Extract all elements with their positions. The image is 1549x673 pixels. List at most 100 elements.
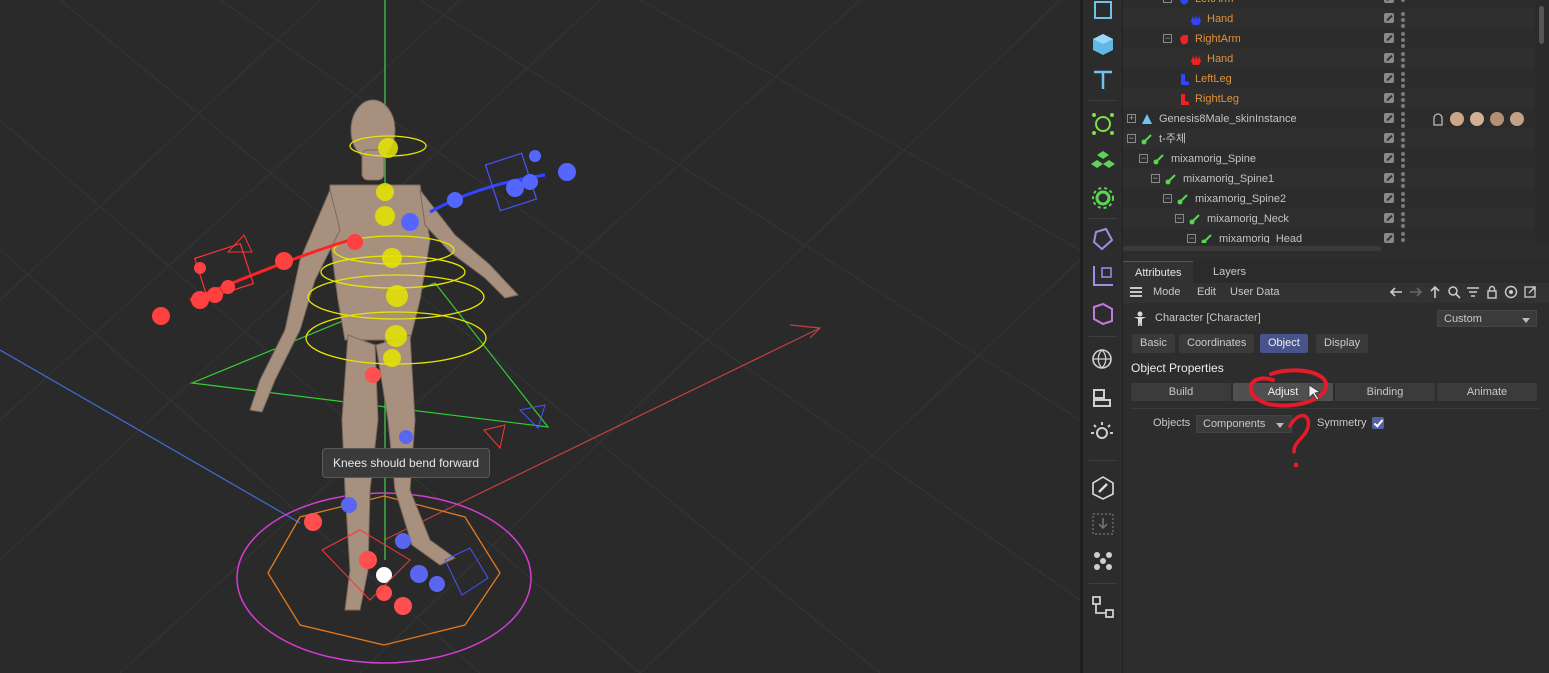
render-dots[interactable] xyxy=(1401,112,1406,130)
tab-binding[interactable]: Binding xyxy=(1335,383,1435,401)
tree-label: mixamorig_Spine1 xyxy=(1183,173,1275,185)
render-dots[interactable] xyxy=(1401,72,1406,90)
render-dots[interactable] xyxy=(1401,132,1406,150)
tree-row[interactable]: − mixamorig_Spine1 xyxy=(1123,169,1535,189)
visibility-toggle[interactable] xyxy=(1384,93,1394,103)
visibility-toggle[interactable] xyxy=(1384,13,1394,23)
tab-animate[interactable]: Animate xyxy=(1437,383,1537,401)
tab-basic[interactable]: Basic xyxy=(1132,334,1175,353)
preset-dropdown[interactable]: Custom xyxy=(1437,310,1537,327)
tab-attributes[interactable]: Attributes xyxy=(1123,261,1194,284)
render-dots[interactable] xyxy=(1401,152,1406,170)
tree-row[interactable]: LeftLeg xyxy=(1123,69,1535,89)
tree-row[interactable]: + Genesis8Male_skinInstance xyxy=(1123,109,1535,129)
menu-edit[interactable]: Edit xyxy=(1197,286,1216,298)
render-dots[interactable] xyxy=(1401,192,1406,210)
chevron-down-icon xyxy=(1276,423,1284,428)
light-icon[interactable] xyxy=(1087,381,1119,413)
object-manager-tree[interactable]: − LeftArm Hand − RightArm Hand LeftLeg xyxy=(1123,0,1535,243)
camera-icon[interactable] xyxy=(1087,260,1119,292)
menu-user-data[interactable]: User Data xyxy=(1230,286,1280,298)
tree-label: RightArm xyxy=(1195,33,1241,45)
render-dots[interactable] xyxy=(1401,52,1406,70)
tree-row[interactable]: Hand xyxy=(1123,9,1535,29)
render-dots[interactable] xyxy=(1401,232,1406,243)
menu-mode[interactable]: Mode xyxy=(1153,286,1181,298)
visibility-toggle[interactable] xyxy=(1384,0,1394,3)
material-tags[interactable] xyxy=(1431,111,1527,127)
tree-scrollbar[interactable] xyxy=(1535,0,1549,243)
scene-icon[interactable] xyxy=(1087,298,1119,330)
render-dots[interactable] xyxy=(1401,172,1406,190)
render-dots[interactable] xyxy=(1401,32,1406,50)
globe-icon[interactable] xyxy=(1087,344,1119,376)
tab-adjust[interactable]: Adjust xyxy=(1233,383,1333,401)
visibility-toggle[interactable] xyxy=(1384,213,1394,223)
visibility-toggle[interactable] xyxy=(1384,113,1394,123)
viewport-scene[interactable] xyxy=(0,0,1080,673)
tree-row[interactable]: RightLeg xyxy=(1123,89,1535,109)
tree-row[interactable]: − mixamorig_Head xyxy=(1123,229,1535,243)
symmetry-checkbox[interactable] xyxy=(1372,417,1384,429)
tree-label: RightLeg xyxy=(1195,93,1240,105)
tab-layers[interactable]: Layers xyxy=(1201,261,1258,283)
tree-row[interactable]: − mixamorig_Neck xyxy=(1123,209,1535,229)
tab-display[interactable]: Display xyxy=(1316,334,1369,353)
visibility-toggle[interactable] xyxy=(1384,73,1394,83)
x-axis-line xyxy=(383,327,821,541)
tree-row[interactable]: Hand xyxy=(1123,49,1535,69)
cube-outline-icon[interactable] xyxy=(1087,0,1119,26)
render-dots[interactable] xyxy=(1401,92,1406,110)
hamburger-menu-icon[interactable] xyxy=(1129,285,1143,299)
search-icon[interactable] xyxy=(1447,285,1461,299)
target-icon[interactable] xyxy=(1504,285,1518,299)
render-dots[interactable] xyxy=(1401,212,1406,230)
deformer-icon[interactable] xyxy=(1087,223,1119,255)
visibility-toggle[interactable] xyxy=(1384,233,1394,243)
points-icon[interactable] xyxy=(1087,545,1119,577)
cloner-icon[interactable] xyxy=(1087,145,1119,177)
tree-row[interactable]: − t-주체 xyxy=(1123,129,1535,149)
symmetry-label: Symmetry xyxy=(1317,417,1367,429)
tree-horizontal-scrollbar[interactable] xyxy=(1123,246,1381,251)
tree-row[interactable]: − mixamorig_Spine xyxy=(1123,149,1535,169)
scrollbar-thumb[interactable] xyxy=(1539,6,1544,44)
sun-icon[interactable] xyxy=(1087,418,1119,450)
visibility-toggle[interactable] xyxy=(1384,153,1394,163)
spline-icon[interactable] xyxy=(1087,108,1119,140)
tree-row[interactable]: − RightArm xyxy=(1123,29,1535,49)
new-window-icon[interactable] xyxy=(1523,285,1537,299)
chevron-down-icon xyxy=(1522,318,1530,323)
forward-arrow-icon[interactable] xyxy=(1409,285,1423,299)
tab-build[interactable]: Build xyxy=(1131,383,1231,401)
panel-tabs: Attributes Layers xyxy=(1123,261,1549,284)
visibility-toggle[interactable] xyxy=(1384,193,1394,203)
generator-icon[interactable] xyxy=(1087,182,1119,214)
tab-coordinates[interactable]: Coordinates xyxy=(1179,334,1255,353)
skin-icon xyxy=(1142,114,1152,124)
right-panel: − LeftArm Hand − RightArm Hand LeftLeg xyxy=(1123,0,1549,673)
tree-label: LeftLeg xyxy=(1195,73,1232,85)
objects-dropdown[interactable]: Components xyxy=(1196,415,1292,433)
text-icon[interactable] xyxy=(1087,64,1119,96)
visibility-toggle[interactable] xyxy=(1384,173,1394,183)
up-arrow-icon[interactable] xyxy=(1428,285,1442,299)
tab-object[interactable]: Object xyxy=(1260,334,1308,353)
x-axis-arrow xyxy=(789,324,822,339)
render-dots[interactable] xyxy=(1401,12,1406,30)
snap-icon[interactable] xyxy=(1087,508,1119,540)
3d-viewport[interactable]: Knees should bend forward xyxy=(0,0,1080,673)
visibility-toggle[interactable] xyxy=(1384,53,1394,63)
render-dots[interactable] xyxy=(1401,0,1406,4)
visibility-toggle[interactable] xyxy=(1384,33,1394,43)
tree-row[interactable]: − LeftArm xyxy=(1123,0,1535,9)
back-arrow-icon[interactable] xyxy=(1389,285,1403,299)
tree-row[interactable]: − mixamorig_Spine2 xyxy=(1123,189,1535,209)
flow-icon[interactable] xyxy=(1087,591,1119,623)
edit-icon[interactable] xyxy=(1087,472,1119,504)
visibility-toggle[interactable] xyxy=(1384,133,1394,143)
lock-icon[interactable] xyxy=(1485,285,1499,299)
cube-icon[interactable] xyxy=(1087,28,1119,60)
filter-icon[interactable] xyxy=(1466,285,1480,299)
leg-joints[interactable] xyxy=(304,367,546,615)
